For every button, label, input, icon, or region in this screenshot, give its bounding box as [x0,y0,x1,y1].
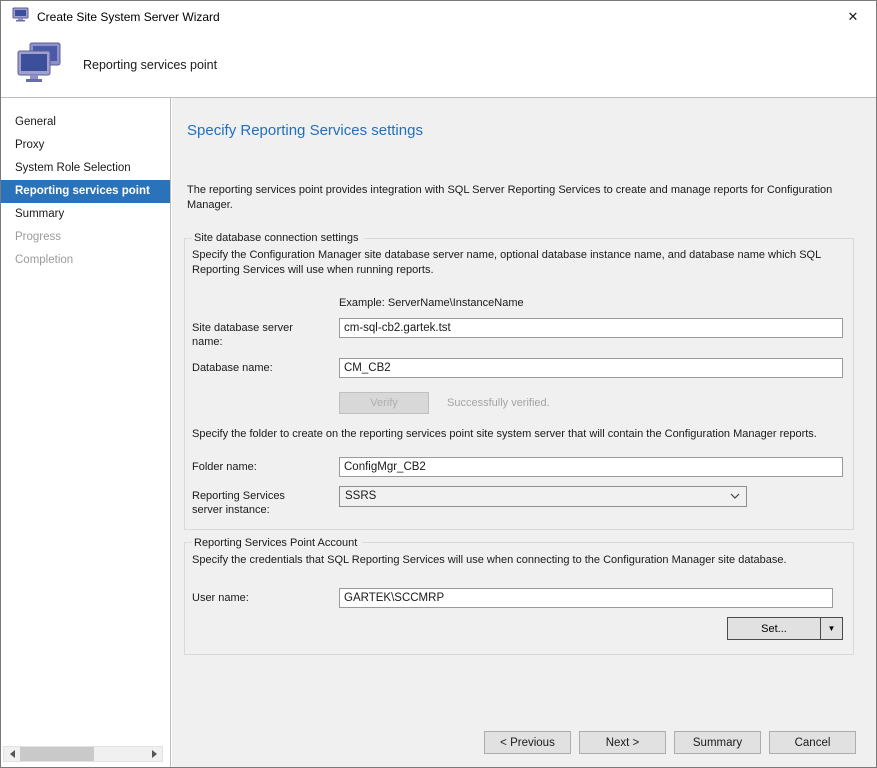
nav-item-general[interactable]: General [1,111,170,134]
account-group: Reporting Services Point Account Specify… [184,537,854,656]
verify-button[interactable]: Verify [339,392,429,414]
set-split-button[interactable]: Set... ▼ [727,617,843,640]
previous-button[interactable]: < Previous [484,731,571,754]
cancel-button[interactable]: Cancel [769,731,856,754]
next-button[interactable]: Next > [579,731,666,754]
scroll-left-arrow-icon[interactable] [4,747,20,761]
site-database-description: Specify the Configuration Manager site d… [192,248,824,277]
titlebar: Create Site System Server Wizard ✕ [1,1,876,33]
account-description: Specify the credentials that SQL Reporti… [192,553,840,568]
server-name-row: Site database server name: [192,318,843,349]
dropdown-arrow-icon[interactable]: ▼ [820,618,842,639]
page-title: Specify Reporting Services settings [187,122,854,139]
user-name-row: User name: [192,588,843,608]
wizard-header: Reporting services point [1,33,876,97]
window-title: Create Site System Server Wizard [37,10,220,24]
summary-button[interactable]: Summary [674,731,761,754]
folder-name-input[interactable] [339,457,843,477]
nav-item-progress[interactable]: Progress [1,226,170,249]
folder-description: Specify the folder to create on the repo… [192,427,840,442]
chevron-down-icon [724,487,746,506]
database-name-row: Database name: [192,358,843,378]
scrollbar-thumb[interactable] [20,747,94,761]
user-name-input[interactable] [339,588,833,608]
site-database-group-legend: Site database connection settings [192,232,364,244]
nav-item-system-role-selection[interactable]: System Role Selection [1,157,170,180]
folder-name-row: Folder name: [192,457,843,477]
reporting-instance-dropdown[interactable]: SSRS [339,486,747,507]
window-icon [12,7,29,27]
scroll-right-arrow-icon[interactable] [146,747,162,761]
page-subtitle: Reporting services point [83,58,217,72]
wizard-nav: General Proxy System Role Selection Repo… [1,98,170,272]
nav-item-reporting-services-point[interactable]: Reporting services point [1,180,170,203]
verify-status-text: Successfully verified. [447,397,550,409]
database-name-input[interactable] [339,358,843,378]
wizard-sidebar: General Proxy System Role Selection Repo… [1,98,171,767]
instance-example-text: Example: ServerName\InstanceName [339,297,843,309]
sidebar-horizontal-scrollbar[interactable] [3,746,163,762]
server-name-input[interactable] [339,318,843,338]
server-monitors-icon [16,42,64,89]
account-group-legend: Reporting Services Point Account [192,537,362,549]
user-name-label: User name: [192,588,312,608]
scrollbar-track[interactable] [20,747,146,761]
close-icon[interactable]: ✕ [830,1,876,33]
wizard-footer: < Previous Next > Summary Cancel [484,731,856,754]
reporting-instance-label: Reporting Services server instance: [192,486,312,517]
wizard-window: Create Site System Server Wizard ✕ Repor… [0,0,877,768]
reporting-instance-row: Reporting Services server instance: SSRS [192,486,843,517]
verify-row: Verify Successfully verified. [339,392,843,414]
nav-item-completion[interactable]: Completion [1,249,170,272]
server-name-label: Site database server name: [192,318,312,349]
set-button-label: Set... [728,618,820,639]
folder-name-label: Folder name: [192,457,312,477]
wizard-content: Specify Reporting Services settings The … [172,98,876,767]
set-row: Set... ▼ [192,617,843,640]
reporting-instance-value: SSRS [345,490,724,502]
nav-item-summary[interactable]: Summary [1,203,170,226]
intro-text: The reporting services point provides in… [187,183,842,212]
database-name-label: Database name: [192,358,312,378]
site-database-group: Site database connection settings Specif… [184,232,854,530]
nav-item-proxy[interactable]: Proxy [1,134,170,157]
